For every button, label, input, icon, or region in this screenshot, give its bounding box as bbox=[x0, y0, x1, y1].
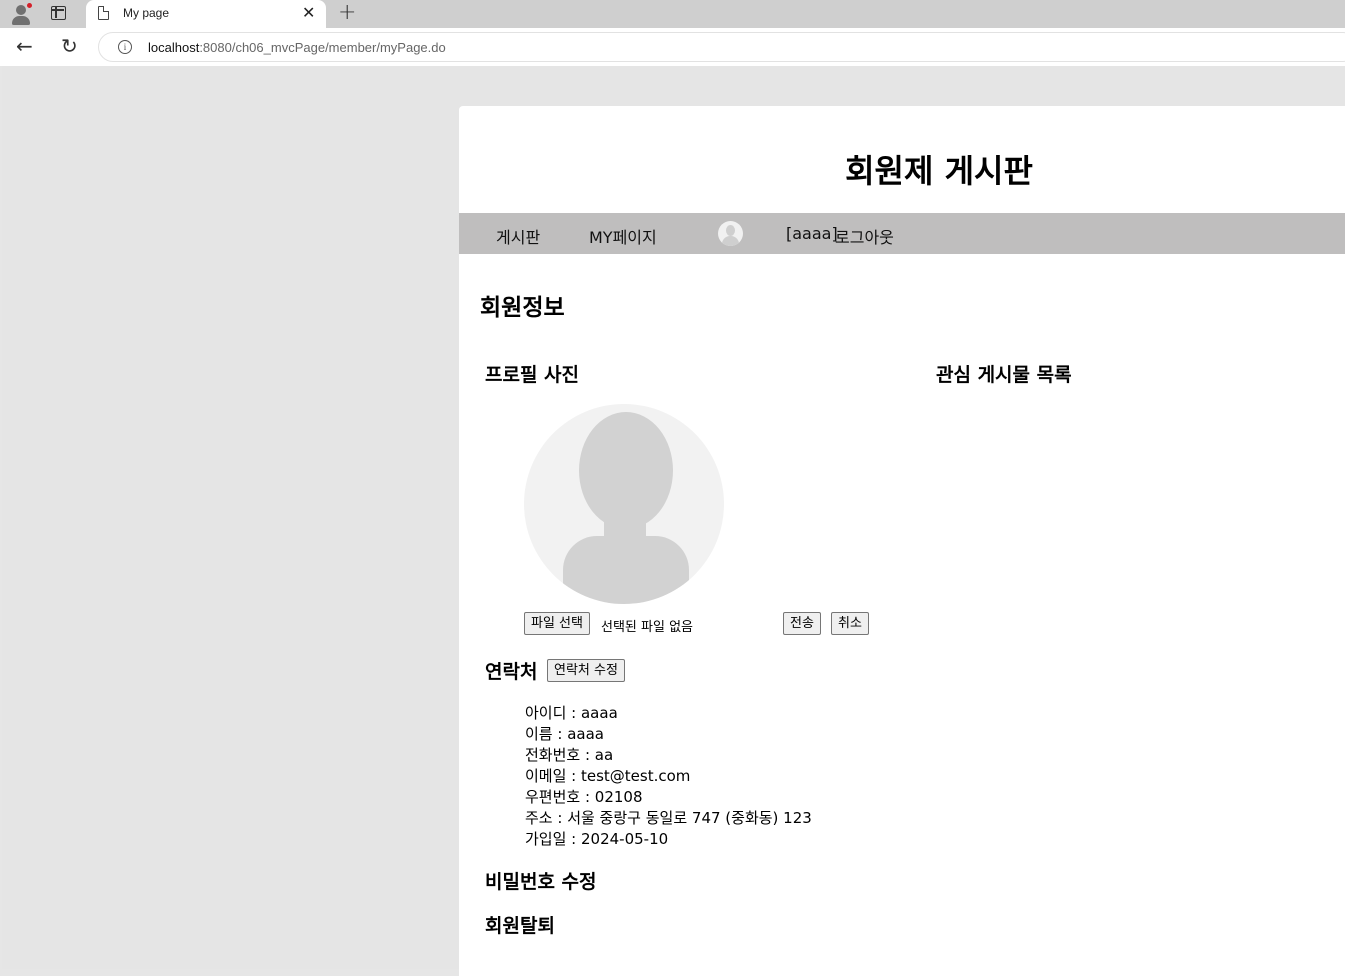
info-id: 아이디 : aaaa bbox=[525, 704, 618, 722]
info-joined: 가입일 : 2024-05-10 bbox=[525, 830, 669, 848]
profile-heading: 프로필 사진 bbox=[485, 364, 580, 386]
nav-board-link[interactable]: 게시판 bbox=[496, 224, 540, 248]
browser-tab[interactable]: My page ✕ bbox=[86, 0, 326, 28]
page-icon bbox=[98, 6, 109, 20]
member-info-list: 아이디 : aaaa 이름 : aaaa 전화번호 : aa 이메일 : tes… bbox=[525, 703, 812, 850]
submit-button[interactable]: 전송 bbox=[783, 612, 821, 635]
close-icon[interactable]: ✕ bbox=[302, 4, 315, 22]
password-edit-heading[interactable]: 비밀번호 수정 bbox=[485, 867, 597, 894]
page-title: 회원정보 bbox=[480, 295, 565, 321]
nav-bar: 게시판 MY페이지 [aaaa] 로그아웃 bbox=[459, 213, 1345, 254]
info-name: 이름 : aaaa bbox=[525, 725, 604, 743]
info-icon[interactable]: i bbox=[118, 40, 132, 54]
withdraw-heading[interactable]: 회원탈퇴 bbox=[485, 911, 555, 938]
new-tab-icon[interactable]: + bbox=[338, 1, 356, 25]
info-email: 이메일 : test@test.com bbox=[525, 767, 691, 785]
back-icon[interactable]: ← bbox=[16, 36, 33, 56]
nav-mypage-link[interactable]: MY페이지 bbox=[589, 224, 657, 248]
profile-photo bbox=[524, 404, 724, 604]
info-zipcode: 우편번호 : 02108 bbox=[525, 788, 643, 806]
address-bar-row: ← ↻ i localhost:8080/ch06_mvcPage/member… bbox=[0, 28, 1345, 66]
info-phone: 전화번호 : aa bbox=[525, 746, 614, 764]
cancel-button[interactable]: 취소 bbox=[831, 612, 869, 635]
url-field[interactable]: i localhost:8080/ch06_mvcPage/member/myP… bbox=[98, 32, 1345, 62]
browser-tab-bar: My page ✕ + bbox=[0, 0, 1345, 28]
avatar bbox=[718, 221, 743, 246]
tab-actions-icon[interactable] bbox=[51, 6, 66, 20]
page-viewport: 회원제 게시판 게시판 MY페이지 [aaaa] 로그아웃 회원정보 프로필 사… bbox=[2, 66, 1345, 976]
nav-user-id: [aaaa] bbox=[786, 224, 838, 243]
tab-title: My page bbox=[123, 6, 170, 20]
info-address: 주소 : 서울 중랑구 동일로 747 (중화동) 123 bbox=[525, 809, 812, 827]
profile-icon[interactable] bbox=[8, 2, 34, 26]
contact-heading: 연락처 bbox=[485, 661, 538, 683]
site-title: 회원제 게시판 bbox=[845, 152, 1033, 190]
reload-icon[interactable]: ↻ bbox=[61, 35, 78, 57]
favorites-heading: 관심 게시물 목록 bbox=[936, 364, 1072, 386]
edit-contact-button[interactable]: 연락처 수정 bbox=[547, 659, 625, 682]
file-select-button[interactable]: 파일 선택 bbox=[524, 612, 590, 635]
no-file-label: 선택된 파일 없음 bbox=[601, 620, 693, 635]
url-text: localhost:8080/ch06_mvcPage/member/myPag… bbox=[148, 40, 446, 55]
nav-logout-link[interactable]: 로그아웃 bbox=[835, 224, 894, 248]
page-container: 회원제 게시판 게시판 MY페이지 [aaaa] 로그아웃 회원정보 프로필 사… bbox=[459, 106, 1345, 976]
